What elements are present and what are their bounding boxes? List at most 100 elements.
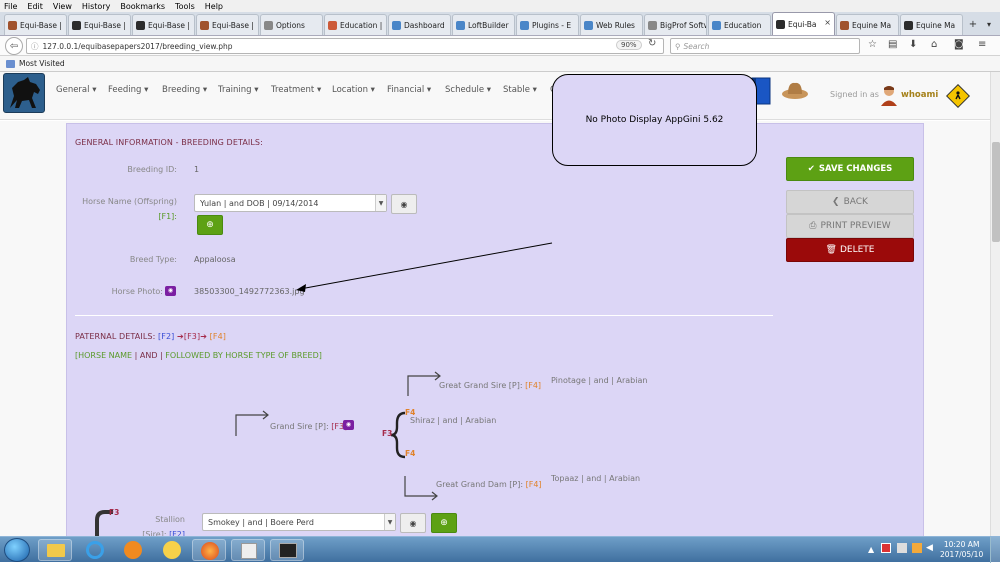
explorer-icon[interactable]	[38, 539, 72, 561]
browser-tab[interactable]: Equi-Ba ×	[772, 12, 835, 35]
trash-icon: 🗑	[825, 245, 837, 255]
scrollbar-thumb[interactable]	[992, 142, 1000, 242]
url-bar[interactable]: ⓘ 127.0.0.1/equibasepapers2017/breeding_…	[26, 38, 664, 54]
tray-network-icon[interactable]	[897, 543, 907, 553]
tab-favicon-icon	[840, 20, 849, 30]
zoom-indicator[interactable]: 90%	[616, 40, 642, 50]
app-menu-schedule[interactable]: Schedule ▾	[445, 85, 491, 95]
user-avatar-icon	[880, 84, 898, 106]
messenger-icon[interactable]	[155, 539, 189, 561]
save-changes-button[interactable]: ✔ SAVE CHANGES	[786, 157, 914, 181]
browser-menubar: File Edit View History Bookmarks Tools Help	[0, 0, 1000, 12]
browser-tab[interactable]: Equi-Base |	[132, 14, 195, 35]
internet-explorer-icon[interactable]	[78, 539, 112, 561]
terminal-icon[interactable]	[270, 539, 304, 561]
browser-tab[interactable]: Equi-Base |	[4, 14, 67, 35]
browser-tab[interactable]: Education |	[324, 14, 387, 35]
tab-label: Dashboard	[404, 20, 445, 30]
app-menu-training[interactable]: Training ▾	[218, 85, 259, 95]
browser-tab[interactable]: Equine Ma	[836, 14, 899, 35]
chevron-left-icon: ❮	[832, 197, 840, 207]
new-tab-button[interactable]: +	[964, 14, 982, 35]
app-menu-treatment[interactable]: Treatment ▾	[271, 85, 321, 95]
menu-icon[interactable]: ≡	[978, 39, 986, 50]
print-preview-button[interactable]: ⎙ PRINT PREVIEW	[786, 214, 914, 238]
browser-menu-file[interactable]: File	[4, 2, 17, 11]
great-grand-sire-value: Pinotage | and | Arabian	[551, 376, 648, 385]
app-menu-location[interactable]: Location ▾	[332, 85, 375, 95]
clock[interactable]: 10:20 AM 2017/05/10	[940, 540, 983, 560]
delete-button[interactable]: 🗑 DELETE	[786, 238, 914, 262]
browser-menu-edit[interactable]: Edit	[27, 2, 43, 11]
tab-label: Equi-Base |	[20, 20, 62, 30]
browser-menu-view[interactable]: View	[53, 2, 72, 11]
browser-back-button[interactable]: ⇦	[5, 37, 23, 55]
download-icon[interactable]: ⬇	[909, 39, 917, 50]
tab-favicon-icon	[200, 20, 209, 30]
cowboy-hat-icon[interactable]	[781, 76, 809, 106]
tray-volume-icon[interactable]: ◀	[926, 543, 933, 553]
info-icon: ⓘ	[31, 41, 39, 51]
browser-tab[interactable]: BigProf Softwa	[644, 14, 707, 35]
library-icon[interactable]: ▤	[888, 39, 897, 50]
tab-favicon-icon	[904, 20, 913, 30]
view-stallion-button[interactable]: ◉	[400, 513, 426, 533]
tab-favicon-icon	[456, 20, 465, 30]
app-menu-feeding[interactable]: Feeding ▾	[108, 85, 148, 95]
tab-bar: Equi-Base | Equi-Base | Equi-Base | Equi-Ba…	[0, 12, 1000, 36]
stallion-label: Stallion	[155, 515, 185, 524]
tab-label: Education	[724, 20, 762, 30]
browser-tab[interactable]: LoftBuilder	[452, 14, 515, 35]
app-menu-stable[interactable]: Stable ▾	[503, 85, 537, 95]
close-tab-icon[interactable]: ×	[824, 18, 831, 27]
page-scrollbar[interactable]	[990, 72, 1000, 536]
browser-tab[interactable]: Equi-Base |	[196, 14, 259, 35]
browser-tab[interactable]: Options	[260, 14, 323, 35]
add-stallion-button[interactable]: ⊕	[431, 513, 457, 533]
plus-icon: ⊕	[440, 518, 448, 528]
media-player-icon[interactable]	[116, 539, 150, 561]
tab-label: Education |	[340, 20, 383, 30]
tab-label: Equi-Base |	[84, 20, 126, 30]
tray-flag-icon[interactable]	[881, 543, 891, 553]
list-tabs-icon[interactable]: ▾	[982, 14, 996, 35]
home-icon[interactable]: ⌂	[931, 39, 937, 50]
tab-label: Equi-Base |	[148, 20, 190, 30]
bookmark-most-visited[interactable]: Most Visited	[19, 59, 65, 68]
tray-chevron-icon[interactable]: ▲	[868, 545, 874, 554]
browser-menu-bookmarks[interactable]: Bookmarks	[120, 2, 165, 11]
reload-icon[interactable]: ↻	[648, 38, 656, 49]
url-text: 127.0.0.1/equibasepapers2017/breeding_vi…	[42, 41, 233, 51]
logout-sign-icon[interactable]	[945, 83, 971, 109]
browser-tab[interactable]: Equine Ma	[900, 14, 963, 35]
browser-tab[interactable]: Web Rules	[580, 14, 643, 35]
show-desktop-button[interactable]	[990, 537, 1000, 563]
tray-alert-icon[interactable]	[912, 543, 922, 553]
windows-start-icon[interactable]	[4, 538, 30, 562]
browser-tab[interactable]: Plugins - E	[516, 14, 579, 35]
app-menu-general[interactable]: General ▾	[56, 85, 96, 95]
page-content: GENERAL INFORMATION - BREEDING DETAILS: …	[0, 121, 990, 544]
browser-tab[interactable]: Education	[708, 14, 771, 35]
browser-tab[interactable]: Dashboard	[388, 14, 451, 35]
search-input[interactable]: ⚲ Search	[670, 38, 860, 54]
app-menu-financial[interactable]: Financial ▾	[387, 85, 431, 95]
stallion-select[interactable]: Smokey | and | Boere Perd ▼	[202, 513, 396, 531]
browser-menu-tools[interactable]: Tools	[175, 2, 195, 11]
horse-logo-icon[interactable]	[3, 73, 45, 113]
tab-favicon-icon	[136, 20, 145, 30]
app-menu-breeding[interactable]: Breeding ▾	[162, 85, 207, 95]
browser-menu-history[interactable]: History	[82, 2, 110, 11]
brace-f4-bottom: F4	[405, 449, 416, 458]
browser-menu-help[interactable]: Help	[205, 2, 223, 11]
username-link[interactable]: whoami	[901, 90, 938, 100]
firefox-icon[interactable]	[192, 539, 226, 561]
editor-icon[interactable]	[231, 539, 265, 561]
star-icon[interactable]: ☆	[868, 39, 877, 50]
tab-favicon-icon	[776, 19, 785, 29]
tab-label: Equine Ma	[852, 20, 892, 30]
pocket-icon[interactable]: ◙	[954, 39, 964, 50]
grand-sire-camera-icon[interactable]: ◉	[343, 420, 354, 431]
browser-tab[interactable]: Equi-Base |	[68, 14, 131, 35]
back-button[interactable]: ❮ BACK	[786, 190, 914, 214]
